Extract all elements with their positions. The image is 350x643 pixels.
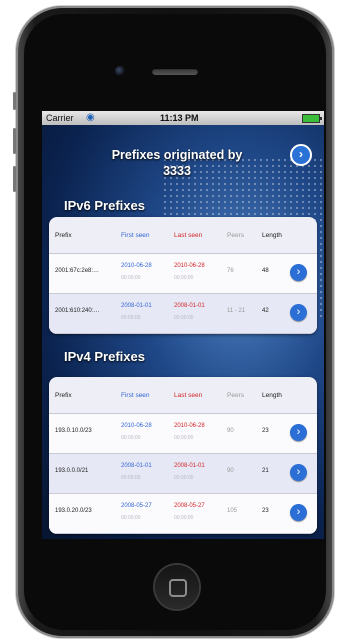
chevron-right-icon[interactable]: › xyxy=(290,464,307,481)
status-bar: Carrier ◉ 11:13 PM xyxy=(42,111,324,125)
ipv6-section-heading: IPv6 Prefixes xyxy=(64,198,145,213)
last-seen-cell: 2008-01-01 xyxy=(174,303,205,309)
ipv6-table: Prefix First seen Last seen Peers Length… xyxy=(49,217,317,334)
earpiece-speaker xyxy=(152,68,198,75)
mute-switch xyxy=(13,92,16,110)
first-seen-time: 00:00:00 xyxy=(121,315,141,321)
last-seen-time: 00:00:00 xyxy=(174,315,194,321)
front-camera-icon xyxy=(115,66,125,76)
table-row[interactable]: 2001:610:240:… 2008-01-01 00:00:00 2008-… xyxy=(49,294,317,334)
length-cell: 23 xyxy=(262,508,269,514)
col-length: Length xyxy=(262,232,282,239)
length-cell: 42 xyxy=(262,308,269,314)
peers-cell: 90 xyxy=(227,468,234,474)
col-first-seen: First seen xyxy=(121,232,150,239)
chevron-right-icon[interactable]: › xyxy=(290,424,307,441)
last-seen-cell: 2010-06-28 xyxy=(174,423,205,429)
chevron-right-icon[interactable]: › xyxy=(290,504,307,521)
app-screen: Carrier ◉ 11:13 PM Prefixes originated b… xyxy=(42,111,324,539)
col-peers: Peers xyxy=(227,232,244,239)
ipv4-table-header: Prefix First seen Last seen Peers Length xyxy=(49,377,317,414)
last-seen-cell: 2008-01-01 xyxy=(174,463,205,469)
last-seen-time: 00:00:00 xyxy=(174,515,194,521)
first-seen-cell: 2008-01-01 xyxy=(121,303,152,309)
first-seen-cell: 2010-06-28 xyxy=(121,423,152,429)
prefix-cell: 193.0.20.0/23 xyxy=(55,508,92,514)
page-title: Prefixes originated by 3333 xyxy=(111,148,243,178)
carrier-label: Carrier xyxy=(46,113,74,123)
battery-icon xyxy=(302,114,322,123)
chevron-right-icon[interactable]: › xyxy=(290,264,307,281)
table-row[interactable]: 193.0.10.0/23 2010-06-28 00:00:00 2010-0… xyxy=(49,414,317,454)
ipv4-table: Prefix First seen Last seen Peers Length… xyxy=(49,377,317,534)
col-prefix: Prefix xyxy=(55,392,72,399)
col-prefix: Prefix xyxy=(55,232,72,239)
col-first-seen: First seen xyxy=(121,392,150,399)
last-seen-time: 00:00:00 xyxy=(174,435,194,441)
table-row[interactable]: 193.0.20.0/23 2008-05-27 00:00:00 2008-0… xyxy=(49,494,317,534)
prefix-cell: 193.0.10.0/23 xyxy=(55,428,92,434)
col-last-seen: Last seen xyxy=(174,232,203,239)
length-cell: 48 xyxy=(262,268,269,274)
wifi-icon: ◉ xyxy=(86,112,95,123)
status-time: 11:13 PM xyxy=(160,113,199,123)
peers-cell: 76 xyxy=(227,268,234,274)
volume-down-button xyxy=(13,166,16,192)
last-seen-time: 00:00:00 xyxy=(174,475,194,481)
home-button[interactable] xyxy=(155,565,199,609)
last-seen-time: 00:00:00 xyxy=(174,275,194,281)
info-button[interactable]: › xyxy=(290,144,312,166)
length-cell: 23 xyxy=(262,428,269,434)
prefix-cell: 2001:67c:2e8:… xyxy=(55,268,100,274)
first-seen-time: 00:00:00 xyxy=(121,435,141,441)
volume-up-button xyxy=(13,128,16,154)
home-square-icon xyxy=(169,579,187,597)
peers-cell: 90 xyxy=(227,428,234,434)
first-seen-time: 00:00:00 xyxy=(121,475,141,481)
prefix-cell: 2001:610:240:… xyxy=(55,308,100,314)
table-row[interactable]: 2001:67c:2e8:… 2010-06-28 00:00:00 2010-… xyxy=(49,254,317,294)
length-cell: 21 xyxy=(262,468,269,474)
chevron-right-icon[interactable]: › xyxy=(290,304,307,321)
peers-cell: 105 xyxy=(227,508,238,514)
last-seen-cell: 2008-05-27 xyxy=(174,503,205,509)
table-row[interactable]: 193.0.0.0/21 2008-01-01 00:00:00 2008-01… xyxy=(49,454,317,494)
ipv4-section-heading: IPv4 Prefixes xyxy=(64,349,145,364)
first-seen-time: 00:00:00 xyxy=(121,275,141,281)
ipv6-table-header: Prefix First seen Last seen Peers Length xyxy=(49,217,317,254)
last-seen-cell: 2010-06-28 xyxy=(174,263,205,269)
first-seen-cell: 2008-05-27 xyxy=(121,503,152,509)
first-seen-time: 00:00:00 xyxy=(121,515,141,521)
peers-cell: 11 - 21 xyxy=(227,308,246,314)
col-length: Length xyxy=(262,392,282,399)
col-peers: Peers xyxy=(227,392,244,399)
first-seen-cell: 2008-01-01 xyxy=(121,463,152,469)
col-last-seen: Last seen xyxy=(174,392,203,399)
first-seen-cell: 2010-06-28 xyxy=(121,263,152,269)
prefix-cell: 193.0.0.0/21 xyxy=(55,468,89,474)
